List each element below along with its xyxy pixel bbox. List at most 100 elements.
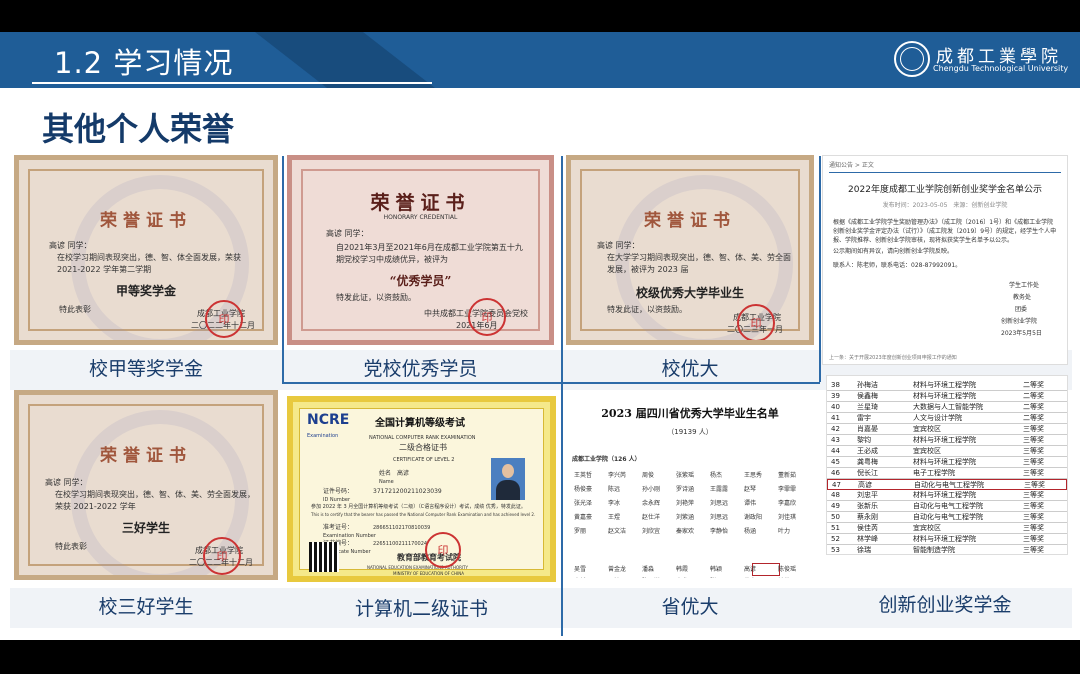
caption-outstanding-graduate: 校优大 (661, 358, 719, 380)
header-bar: 1.2 学习情况 成都工業學院 Chengdu Technological Un… (0, 32, 1080, 88)
slide: 1.2 学习情况 成都工業學院 Chengdu Technological Un… (0, 32, 1080, 640)
table-cell: 徐瑞 (857, 546, 871, 554)
list-item: 刘艳萍 (676, 500, 695, 507)
list-item: 余永辉 (642, 500, 661, 507)
caption-innovation: 创新创业奖学金 (878, 594, 1012, 616)
list-item: 赵琴 (744, 486, 757, 493)
table-cell: 宜宾校区 (913, 524, 941, 532)
list-item: 蒋宇 (744, 576, 756, 578)
table-cell: 39 (831, 392, 840, 400)
innovation-table: 38 孙梅洁 材料与环境工程学院 二等奖 39 侯鑫梅 材料与环境工程学院 二等奖 40 兰星琦大… (826, 375, 1068, 555)
table-cell: 蔡永刚 (857, 513, 878, 521)
list-item: 李冰 (608, 500, 621, 507)
list-item: 陈远 (608, 486, 621, 493)
list-item: 刘欣宜 (642, 528, 661, 535)
table-cell: 智能制造学院 (913, 546, 955, 554)
list-item: 李兴芮 (608, 472, 627, 479)
university-emblem-icon (894, 41, 930, 77)
certificate-outstanding-graduate: 荣誉证书 高谚 同学： 在大学学习期间表现突出，德、智、体、美、劳全面发展，被评… (566, 155, 814, 345)
separator (282, 156, 284, 382)
list-item: 卢龙 (676, 576, 688, 578)
seal-icon: 印 (425, 532, 461, 568)
list-item: 王思秀 (744, 472, 763, 479)
list-item: 叶力 (778, 528, 791, 535)
table-cell: 自动化与电气工程学院 (913, 502, 983, 510)
seal-icon: 印 (203, 537, 241, 575)
table-row: 46 倪长江 电子工程学院 三等奖 (827, 468, 1067, 479)
table-cell: 49 (831, 502, 840, 510)
list-item: 杨涵 (744, 528, 757, 535)
table-cell: 二等奖 (1023, 414, 1044, 422)
table-cell: 材料与环境工程学院 (913, 381, 976, 389)
table-row: 51 侯佳芮 宜宾校区 三等奖 (827, 523, 1067, 534)
caption-ncre: 计算机二级证书 (354, 598, 488, 620)
table-cell: 三等奖 (1023, 491, 1044, 499)
section-underline (32, 82, 432, 84)
highlight-box (752, 563, 780, 576)
separator (561, 156, 563, 636)
list-item: 周俊 (642, 472, 655, 479)
certificate-party-school: 荣誉证书 HONORARY CREDENTIAL 高谚 同学： 自2021年3月… (287, 155, 554, 345)
table-cell: 三等奖 (1023, 458, 1044, 466)
list-item: 刘紫涵 (676, 514, 695, 521)
caption-merit-student: 校三好学生 (98, 596, 194, 618)
list-item: 黄嘉豪 (574, 514, 593, 521)
table-cell: 材料与环境工程学院 (913, 392, 976, 400)
table-cell: 41 (831, 414, 840, 422)
caption-provincial: 省优大 (661, 596, 719, 618)
table-row: 52 林学峰 材料与环境工程学院 三等奖 (827, 534, 1067, 545)
list-item: 赵文洁 (608, 528, 627, 535)
table-cell: 材料与环境工程学院 (913, 436, 976, 444)
table-cell: 二等奖 (1023, 381, 1044, 389)
qr-code-icon (309, 542, 339, 572)
table-cell: 王必成 (857, 447, 878, 455)
table-cell: 三等奖 (1023, 447, 1044, 455)
list-item: 谭伟 (744, 500, 757, 507)
list-item: 孙小刚 (642, 486, 661, 493)
certificate-ncre: NCRE Examination 全国计算机等级考试 NATIONAL COMP… (287, 396, 556, 582)
table-row: 47 高谚 自动化与电气工程学院 三等奖 (827, 479, 1067, 490)
table-cell: 三等奖 (1023, 546, 1044, 554)
table-cell: 45 (831, 458, 840, 466)
list-item: 吴雪 (574, 566, 587, 573)
photo (491, 458, 525, 500)
table-cell: 材料与环境工程学院 (913, 535, 976, 543)
table-row: 41 雷宇 人文与设计学院 二等奖 (827, 413, 1067, 424)
ncre-logo: NCRE (307, 412, 350, 428)
separator (819, 156, 821, 382)
seal-icon: 印 (737, 304, 775, 340)
list-item: 秦家欢 (676, 528, 695, 535)
table-cell: 材料与环境工程学院 (913, 458, 976, 466)
list-item: 张紫瑶 (676, 472, 695, 479)
slide-title: 其他个人荣誉 (42, 110, 235, 148)
table-cell: 人文与设计学院 (913, 414, 962, 422)
table-cell: 宜宾校区 (913, 425, 941, 433)
table-cell: 黎钧 (857, 436, 871, 444)
list-item: 刘思远 (710, 500, 729, 507)
table-cell: 43 (831, 436, 840, 444)
table-cell: 肖嘉晏 (857, 425, 878, 433)
seal-icon: 印 (205, 300, 243, 338)
caption-party-school: 党校优秀学员 (363, 358, 478, 380)
table-cell: 大数据与人工智能学院 (913, 403, 983, 411)
table-cell: 龚粤梅 (857, 458, 878, 466)
list-item: 潘淼 (642, 566, 655, 573)
caption-scholarship: 校甲等奖学金 (88, 358, 203, 380)
table-cell: 侯鑫梅 (857, 392, 878, 400)
list-item: 张光泽 (574, 500, 593, 507)
list-item: 谢政阳 (744, 514, 763, 521)
list-item: 张思 (710, 576, 722, 578)
table-cell: 倪长江 (857, 469, 878, 477)
list-item: 陈思洋 (642, 576, 660, 578)
table-row: 50 蔡永刚 自动化与电气工程学院 三等奖 (827, 512, 1067, 523)
list-item: 董新茹 (778, 472, 797, 479)
table-row: 42 肖嘉晏 宜宾校区 三等奖 (827, 424, 1067, 435)
table-cell: 刘忠平 (857, 491, 878, 499)
list-item: 钟萍 (778, 576, 790, 578)
table-cell: 53 (831, 546, 840, 554)
innovation-notice: 通知公告 > 正文 2022年度成都工业学院创新创业奖学金名单公示 发布时间：2… (822, 155, 1068, 365)
seal-icon: 印 (468, 298, 506, 336)
table-cell: 51 (831, 524, 840, 532)
table-cell: 张新乐 (857, 502, 878, 510)
list-item: 高谚 (744, 566, 757, 573)
